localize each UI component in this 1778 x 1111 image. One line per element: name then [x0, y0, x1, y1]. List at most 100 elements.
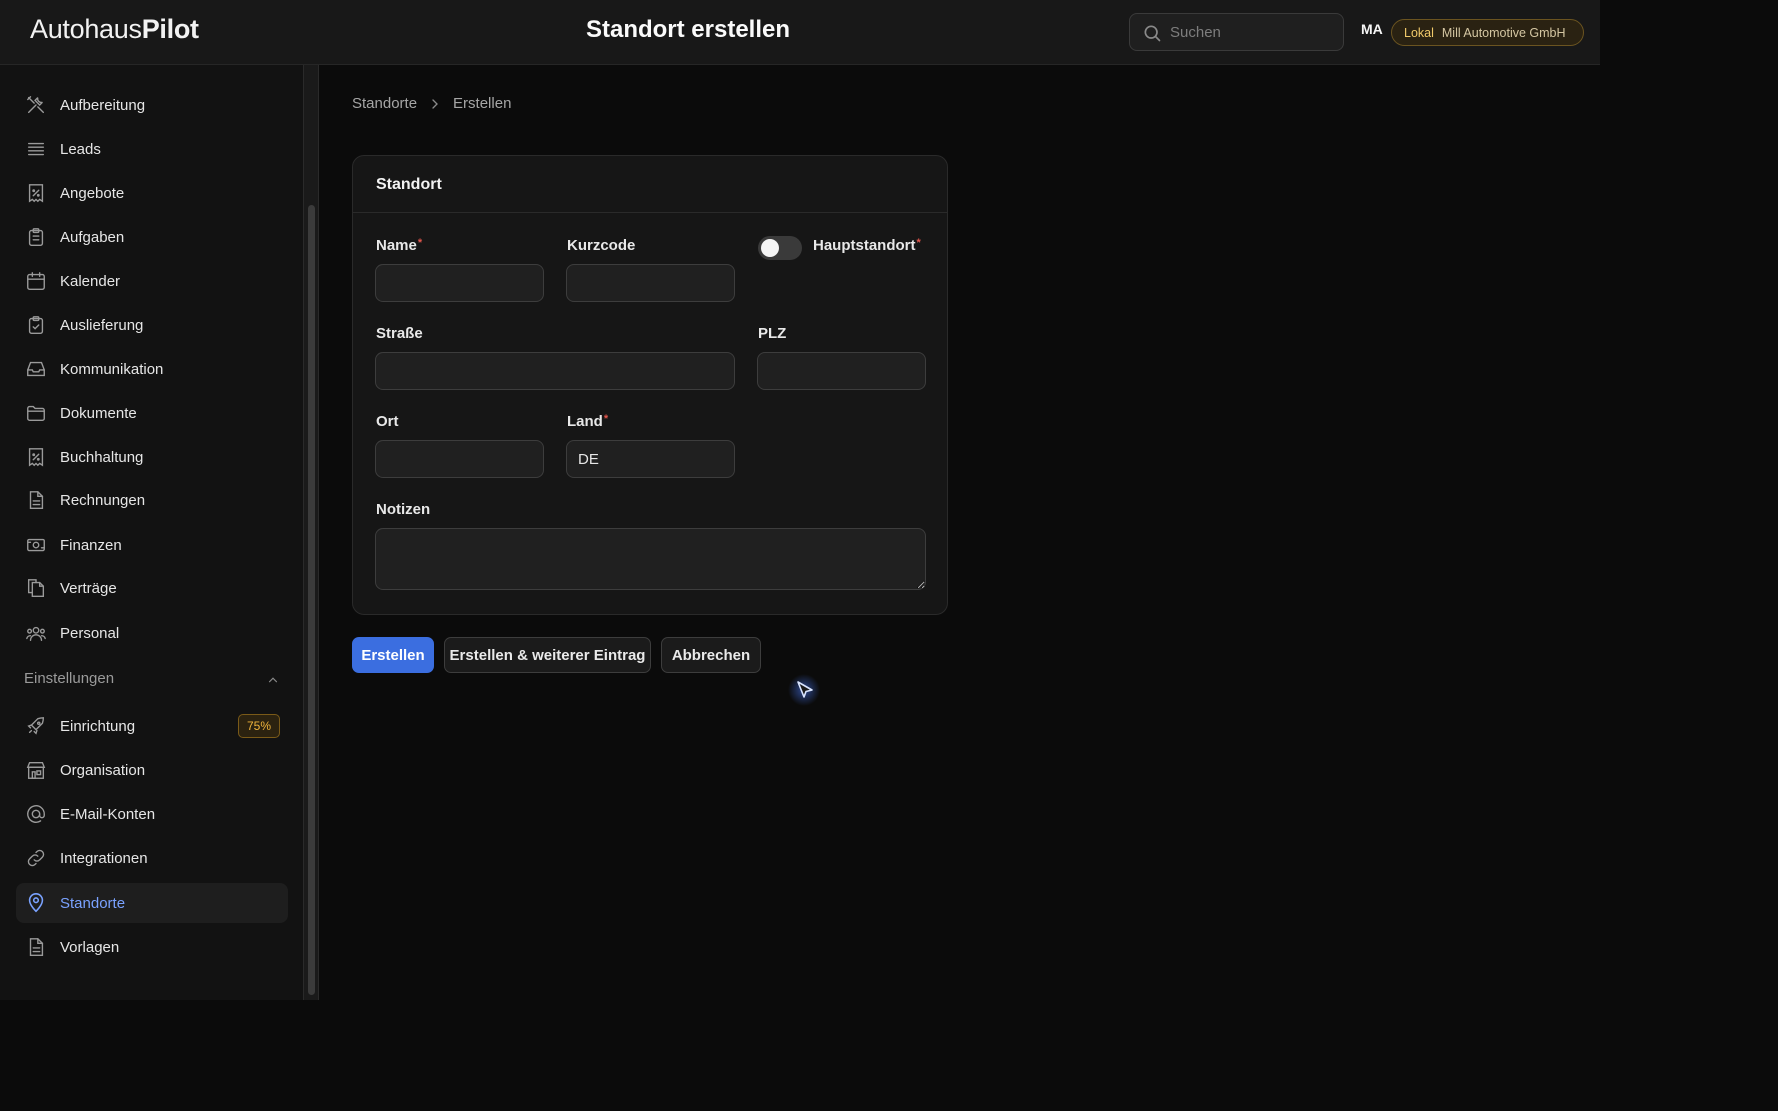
sidebar-item-angebote[interactable]: Angebote [16, 173, 288, 213]
tools-icon [27, 96, 45, 114]
calendar-icon [27, 272, 45, 290]
main-location-label: Hauptstandort* [813, 237, 921, 254]
sidebar-item-auslieferung[interactable]: Auslieferung [16, 305, 288, 345]
card-title: Standort [353, 156, 947, 213]
settings-group-header[interactable]: Einstellungen [24, 670, 280, 690]
sidebar-item-label: Kommunikation [60, 360, 164, 378]
sidebar-item-label: Leads [60, 140, 101, 158]
notes-field[interactable] [375, 528, 926, 590]
receipt-percent-icon [28, 184, 44, 203]
env-label: Lokal [1404, 25, 1434, 40]
sidebar-item-aufbereitung[interactable]: Aufbereitung [16, 85, 288, 125]
breadcrumb-erstellen: Erstellen [453, 95, 512, 112]
rocket-icon [27, 717, 45, 735]
chevron-right-icon [432, 98, 438, 109]
create-button[interactable]: Erstellen [352, 637, 434, 673]
progress-badge: 75% [238, 714, 280, 738]
sidebar-item-email-konten[interactable]: E-Mail-Konten [16, 794, 288, 834]
search-input[interactable] [1170, 14, 1340, 50]
at-icon [27, 805, 45, 823]
country-field[interactable] [566, 440, 735, 478]
sidebar-item-dokumente[interactable]: Dokumente [16, 393, 288, 433]
document-icon [29, 491, 44, 509]
sidebar-item-organisation[interactable]: Organisation [16, 750, 288, 790]
sidebar-item-label: Aufbereitung [60, 96, 146, 114]
sidebar-item-label: Auslieferung [60, 316, 144, 334]
main-location-toggle[interactable] [758, 236, 802, 260]
sidebar-item-einrichtung[interactable]: Einrichtung 75% [16, 706, 288, 746]
shortcode-label: Kurzcode [567, 237, 636, 254]
avatar[interactable]: MA [1361, 21, 1383, 37]
settings-group-label: Einstellungen [24, 670, 115, 687]
required-mark: * [603, 413, 609, 425]
sidebar-item-aufgaben[interactable]: Aufgaben [16, 217, 288, 257]
building-icon [26, 761, 46, 779]
sidebar-item-label: Personal [60, 624, 120, 642]
sidebar-item-personal[interactable]: Personal [16, 613, 288, 653]
sidebar-item-vorlagen[interactable]: Vorlagen [16, 927, 288, 967]
sidebar-item-label: E-Mail-Konten [60, 805, 156, 823]
zip-label: PLZ [758, 325, 787, 342]
sidebar-item-label: Aufgaben [60, 228, 125, 246]
required-mark: * [417, 237, 423, 249]
city-field[interactable] [375, 440, 544, 478]
document-icon [29, 938, 44, 956]
breadcrumb-standorte[interactable]: Standorte [352, 95, 417, 112]
clipboard-check-icon [28, 316, 44, 334]
sidebar-item-label: Verträge [60, 579, 117, 597]
main-location-label-text: Hauptstandort [813, 237, 916, 254]
clipboard-list-icon [28, 228, 44, 246]
shortcode-field[interactable] [566, 264, 735, 302]
documents-icon [27, 579, 45, 597]
sidebar-item-label: Dokumente [60, 404, 137, 422]
standort-form-card: Standort Name* Kurzcode Hauptstandort* S… [352, 155, 948, 615]
search-box[interactable] [1129, 13, 1344, 51]
create-another-button[interactable]: Erstellen & weiterer Eintrag [444, 637, 651, 673]
zip-field[interactable] [757, 352, 926, 390]
cancel-button[interactable]: Abbrechen [661, 637, 761, 673]
country-label-text: Land [567, 413, 603, 430]
sidebar-item-label: Angebote [60, 184, 125, 202]
map-pin-icon [28, 893, 44, 913]
sidebar-item-label: Standorte [60, 894, 126, 912]
sidebar-item-finanzen[interactable]: Finanzen [16, 525, 288, 565]
link-icon [27, 849, 45, 867]
scrollbar-thumb[interactable] [308, 205, 315, 995]
users-icon [26, 626, 46, 642]
sidebar-item-rechnungen[interactable]: Rechnungen [16, 480, 288, 520]
sidebar-item-kalender[interactable]: Kalender [16, 261, 288, 301]
notes-label: Notizen [376, 501, 431, 518]
mouse-cursor-icon [788, 674, 820, 706]
sidebar-item-kommunikation[interactable]: Kommunikation [16, 349, 288, 389]
sidebar-item-buchhaltung[interactable]: Buchhaltung [16, 437, 288, 477]
sidebar-item-label: Organisation [60, 761, 146, 779]
sidebar-item-integrationen[interactable]: Integrationen [16, 838, 288, 878]
sidebar-scrollbar[interactable] [303, 65, 319, 1000]
sidebar-item-leads[interactable]: Leads [16, 129, 288, 169]
list-icon [27, 142, 45, 156]
sidebar-item-label: Integrationen [60, 849, 148, 867]
sidebar-item-vertraege[interactable]: Verträge [16, 568, 288, 608]
banknote-icon [27, 538, 45, 552]
search-icon [1144, 25, 1161, 42]
city-label: Ort [376, 413, 399, 430]
sidebar-item-label: Rechnungen [60, 491, 146, 509]
sidebar-item-label: Einrichtung [60, 717, 136, 735]
chevron-up-icon [268, 677, 278, 683]
sidebar-item-label: Kalender [60, 272, 121, 290]
top-bar: AutohausPilot Standort erstellen MA Loka… [0, 0, 1600, 65]
sidebar-item-standorte[interactable]: Standorte [16, 883, 288, 923]
street-label: Straße [376, 325, 423, 342]
sidebar: Aufbereitung Leads Angebote Aufgaben Kal… [0, 65, 303, 1000]
sidebar-item-label: Vorlagen [60, 938, 120, 956]
tenant-badge[interactable]: Lokal Mill Automotive GmbH [1391, 19, 1584, 46]
required-mark: * [916, 237, 921, 249]
folder-icon [27, 405, 45, 422]
sidebar-item-label: Buchhaltung [60, 448, 144, 466]
receipt-percent-icon [28, 448, 44, 467]
street-field[interactable] [375, 352, 735, 390]
org-label: Mill Automotive GmbH [1441, 25, 1566, 40]
name-label: Name* [376, 237, 422, 254]
name-field[interactable] [375, 264, 544, 302]
toggle-knob [761, 239, 779, 257]
